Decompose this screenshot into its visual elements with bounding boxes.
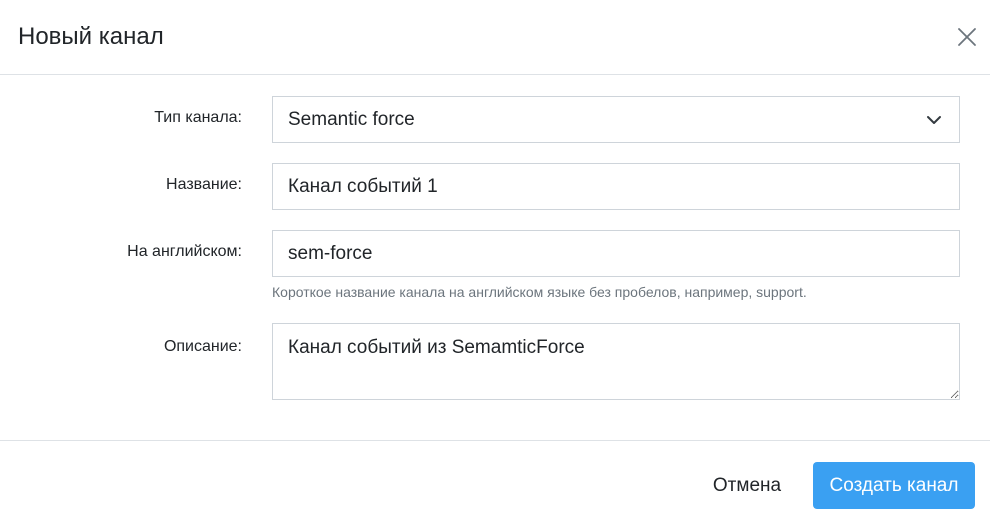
chevron-down-icon [927, 116, 941, 124]
name-input[interactable] [272, 163, 960, 210]
channel-type-select[interactable]: Semantic force [272, 96, 960, 143]
english-name-hint: Короткое название канала на английском я… [272, 284, 807, 300]
new-channel-dialog: Новый канал Тип канала: Semantic force Н… [0, 0, 990, 528]
name-label: Название: [166, 176, 242, 193]
description-label: Описание: [163, 338, 242, 355]
description-textarea[interactable]: Канал событий из SemamticForce [272, 323, 960, 400]
english-name-input[interactable] [272, 230, 960, 277]
dialog-footer: Отмена Создать канал [0, 440, 990, 528]
channel-type-selected-value: Semantic force [288, 109, 415, 130]
create-channel-button[interactable]: Создать канал [813, 462, 975, 509]
english-name-label: На английском: [127, 243, 242, 260]
dialog-title: Новый канал [18, 23, 164, 50]
dialog-body: Тип канала: Semantic force Название: На … [0, 75, 990, 440]
cancel-button[interactable]: Отмена [697, 462, 797, 509]
channel-type-label: Тип канала: [154, 109, 242, 126]
close-icon [958, 28, 976, 46]
close-button[interactable] [952, 23, 982, 53]
dialog-header: Новый канал [0, 0, 990, 75]
